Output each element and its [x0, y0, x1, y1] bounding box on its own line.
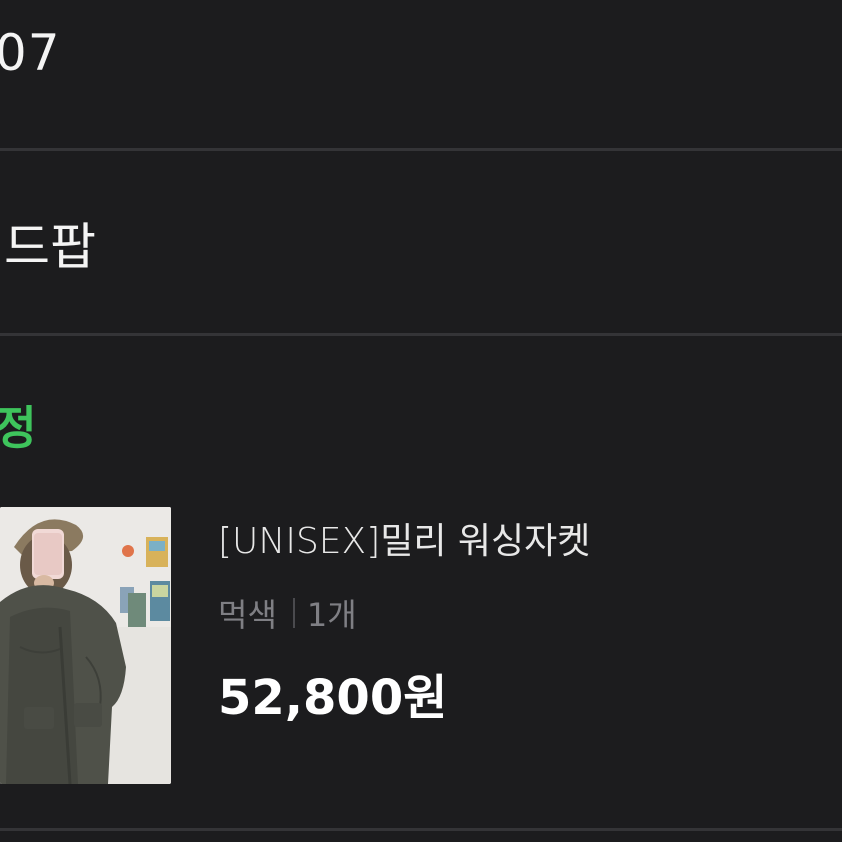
- divider: [0, 148, 842, 151]
- order-status: 확정: [0, 401, 37, 455]
- shop-name[interactable]: 앤드팝: [0, 207, 96, 279]
- option-color: 먹색: [218, 596, 277, 634]
- option-separator: [292, 598, 295, 628]
- product-name[interactable]: [UNISEX]밀리 워싱자켓: [218, 512, 590, 564]
- product-photo-icon: [0, 507, 171, 784]
- order-detail-screen: .07 앤드팝 확정: [0, 0, 842, 842]
- product-options: 먹색 1개: [218, 590, 357, 636]
- divider: [0, 828, 842, 831]
- product-price: 52,800원: [218, 670, 448, 726]
- product-thumbnail[interactable]: [0, 507, 171, 784]
- order-date: .07: [0, 24, 61, 82]
- divider: [0, 333, 842, 336]
- option-quantity: 1개: [306, 596, 357, 634]
